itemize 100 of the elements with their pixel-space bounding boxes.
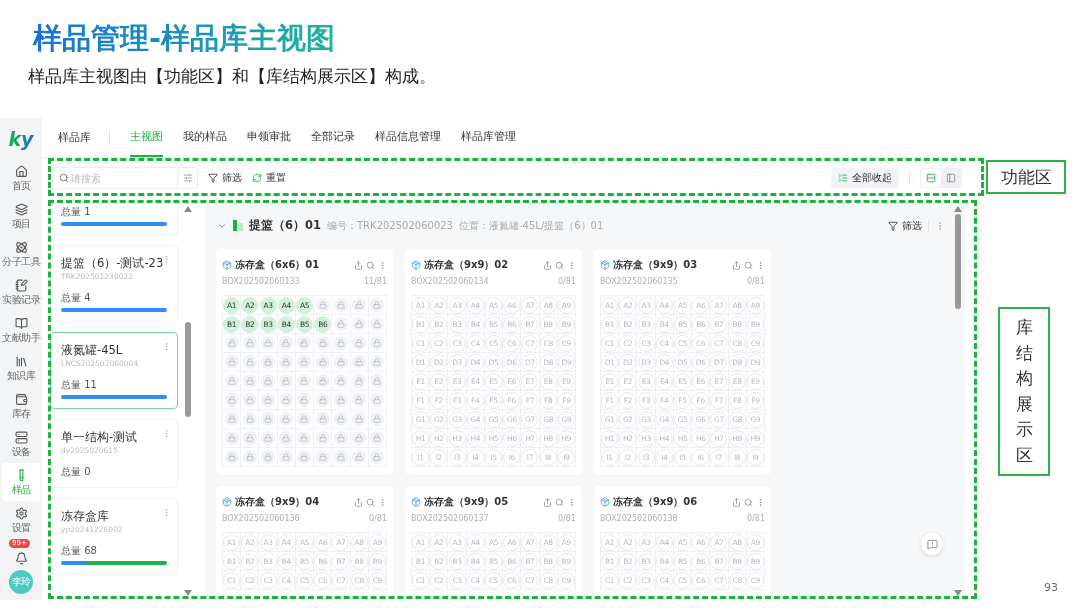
wallet-icon (14, 393, 28, 406)
nav-item[interactable]: 文献助手 (2, 311, 40, 349)
search-icon[interactable] (555, 497, 564, 507)
basket-code: 编号：TRK202502060023 (327, 218, 453, 233)
library-total: 总量 11 (61, 378, 98, 391)
nav-label: 样品 (11, 484, 31, 495)
nav-label: 实验记录 (2, 294, 40, 305)
scroll-up-icon[interactable] (954, 206, 962, 212)
tab[interactable]: 样品库管理 (461, 118, 516, 157)
box-count: 11/81 (363, 277, 387, 288)
more-icon[interactable] (756, 260, 765, 270)
nav-item[interactable]: 分子工具 (2, 235, 40, 273)
basket-icon (233, 220, 243, 231)
slide-subtitle: 样品库主视图由【功能区】和【库结构展示区】构成。 (28, 65, 436, 88)
filter-button[interactable]: 筛选 (208, 171, 242, 185)
scroll-up-icon[interactable] (184, 206, 192, 212)
nav-item[interactable]: 设置 (2, 501, 40, 539)
collapse-icon (838, 173, 848, 183)
box-count: 0/81 (369, 514, 387, 525)
nav-item[interactable]: 设备 (2, 425, 40, 463)
panel-icon (946, 173, 956, 183)
user-avatar[interactable]: 李玲 (9, 570, 33, 594)
tab[interactable]: 主视图 (130, 118, 163, 157)
nav-item[interactable]: 首页 (2, 159, 40, 197)
filter-button[interactable]: 筛选 (888, 218, 922, 233)
library-name: 液氮罐-45L (61, 343, 124, 358)
search-icon[interactable] (744, 260, 753, 270)
nav-label: 库存 (11, 408, 31, 419)
search-field[interactable]: 请搜索 (52, 167, 198, 189)
notebook-icon (14, 279, 28, 292)
box-title: 冻存盒（9x9）06 (613, 495, 699, 509)
basket-location: 位置：液氮罐-45L/提篮（6）01 (459, 218, 604, 233)
tab[interactable]: 全部记录 (311, 118, 355, 157)
share-icon[interactable] (354, 260, 363, 270)
layers-icon (14, 203, 28, 216)
reset-button[interactable]: 重置 (252, 171, 286, 185)
more-icon[interactable] (162, 255, 171, 264)
library-name: 提篮（6）-测试-23 (61, 256, 165, 271)
nav-item[interactable]: 实验记录 (2, 273, 40, 311)
box-count: 0/81 (558, 514, 576, 525)
basket-title: 提篮（6）01 (249, 218, 321, 233)
more-icon[interactable] (162, 342, 171, 351)
nav-item[interactable]: 项目 (2, 197, 40, 235)
box-code: BOX202502060134 (411, 277, 489, 288)
search-input[interactable]: 请搜索 (69, 172, 177, 184)
box-count: 0/81 (558, 277, 576, 288)
box-icon (411, 497, 421, 507)
message-icon (926, 538, 938, 550)
tab[interactable]: 我的样品 (183, 118, 227, 157)
search-icon (59, 173, 69, 183)
search-icon[interactable] (744, 497, 753, 507)
box-count: 0/81 (747, 514, 765, 525)
library-name: 单一结构-测试 (61, 430, 139, 445)
funnel-icon (888, 220, 898, 231)
box-title: 冻存盒（9x9）05 (424, 495, 510, 509)
more-icon[interactable] (567, 497, 576, 507)
scroll-down-icon[interactable] (954, 590, 962, 596)
more-icon[interactable] (162, 508, 171, 517)
share-icon[interactable] (732, 260, 741, 270)
box-code: BOX202502060135 (600, 277, 678, 288)
more-icon[interactable] (378, 260, 387, 270)
book-icon (14, 317, 28, 330)
share-icon[interactable] (732, 497, 741, 507)
share-icon[interactable] (354, 497, 363, 507)
more-icon[interactable] (162, 429, 171, 438)
nav-item[interactable]: 样品 (2, 463, 40, 501)
collapse-all-button[interactable]: 全部收起 (831, 168, 899, 188)
nav-item[interactable]: 库存 (2, 387, 40, 425)
bell-icon[interactable] (14, 552, 28, 565)
more-icon[interactable] (567, 260, 576, 270)
scrollbar-thumb[interactable] (185, 322, 191, 417)
scroll-down-icon[interactable] (184, 590, 192, 596)
box-icon (600, 260, 610, 270)
nav-label: 设备 (11, 446, 31, 457)
search-icon[interactable] (555, 260, 564, 270)
tab[interactable]: 样品信息管理 (375, 118, 441, 157)
box-code: BOX202502060137 (411, 514, 489, 525)
tab[interactable]: 申领审批 (247, 118, 291, 157)
more-icon[interactable] (378, 497, 387, 507)
search-icon[interactable] (366, 260, 375, 270)
box-code: BOX202502060133 (222, 277, 300, 288)
box-code: BOX202502060136 (222, 514, 300, 525)
view-toggle-button[interactable] (921, 169, 941, 187)
library-total: 总量 0 (61, 465, 92, 478)
annotation-label: 库结构展示区 (998, 307, 1050, 476)
nav-label: 项目 (11, 218, 31, 229)
library-card[interactable]: 总量 1 (50, 202, 178, 235)
search-icon[interactable] (366, 497, 375, 507)
feedback-button[interactable] (921, 533, 943, 555)
scrollbar-thumb[interactable] (955, 214, 961, 309)
box-title: 冻存盒（6x6）01 (235, 258, 321, 272)
settings-icon (14, 507, 28, 520)
more-icon[interactable] (756, 497, 765, 507)
box-title: 冻存盒（9x9）03 (613, 258, 699, 272)
share-icon[interactable] (543, 497, 552, 507)
library-total: 总量 4 (61, 291, 92, 304)
share-icon[interactable] (543, 260, 552, 270)
nav-item[interactable]: 知识库 (2, 349, 40, 387)
box-title: 冻存盒（9x9）02 (424, 258, 510, 272)
server-icon (14, 431, 28, 444)
